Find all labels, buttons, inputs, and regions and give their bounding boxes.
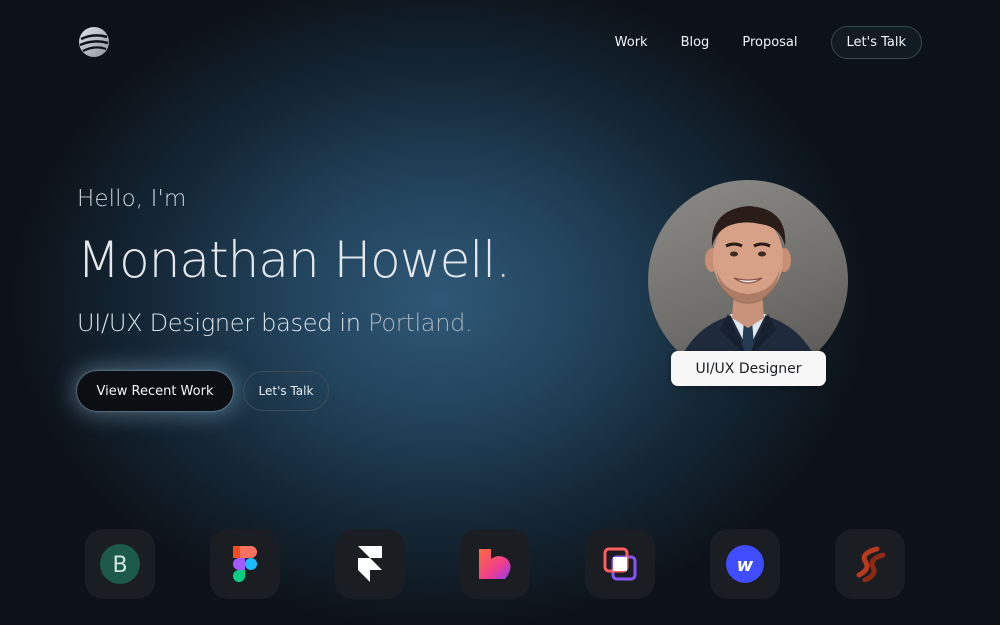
hero-name-text: Monathan Howell: [77, 231, 496, 289]
heart-logo-icon: [479, 549, 511, 579]
framer-icon: [358, 546, 382, 582]
globe-logo-icon: [79, 27, 109, 57]
view-recent-work-button[interactable]: View Recent Work: [77, 371, 233, 411]
tool-figma[interactable]: [210, 529, 280, 599]
tool-webflow[interactable]: w: [710, 529, 780, 599]
hero-name: Monathan Howell.: [77, 231, 511, 289]
nav-link-proposal[interactable]: Proposal: [742, 35, 797, 50]
top-nav: Work Blog Proposal Let's Talk: [615, 26, 922, 59]
tools-row: B w: [85, 529, 915, 599]
hero-subtitle: UI/UX Designer based in Portland.: [77, 309, 473, 337]
tool-framer[interactable]: [335, 529, 405, 599]
lets-talk-button[interactable]: Let's Talk: [243, 371, 329, 411]
tool-curved-stripes[interactable]: [835, 529, 905, 599]
portrait-illustration: [673, 206, 823, 380]
profile-photo: [648, 180, 848, 380]
webflow-icon: w: [726, 545, 764, 583]
brand-b-icon: B: [100, 544, 140, 584]
hero-subtitle-role: UI/UX Designer based in: [77, 309, 361, 337]
tool-overlapping-squares[interactable]: [585, 529, 655, 599]
svg-text:w: w: [737, 555, 754, 576]
hero-subtitle-city: Portland.: [368, 309, 473, 337]
tool-heart-app[interactable]: [460, 529, 530, 599]
tool-brand-b[interactable]: B: [85, 529, 155, 599]
figma-icon: [233, 546, 257, 582]
nav-link-blog[interactable]: Blog: [681, 35, 710, 50]
hero-greeting: Hello, I'm: [77, 186, 187, 212]
hero-name-period: .: [495, 231, 511, 289]
nav-lets-talk-button[interactable]: Let's Talk: [830, 26, 922, 59]
nav-link-work[interactable]: Work: [615, 35, 648, 50]
site-logo[interactable]: [78, 26, 110, 58]
role-badge: UI/UX Designer: [671, 351, 826, 386]
overlapping-squares-icon: [603, 547, 637, 581]
svg-text:B: B: [112, 553, 127, 578]
curved-stripes-icon: [856, 546, 886, 583]
